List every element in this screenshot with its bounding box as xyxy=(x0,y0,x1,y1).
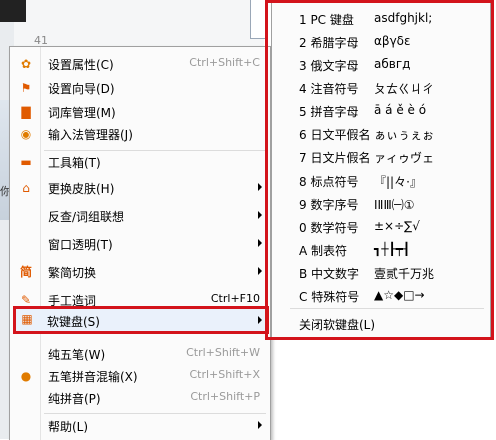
menu-item-toolbox[interactable]: ▬ 工具箱(T) xyxy=(10,151,270,173)
menu-item-label: 输入法管理器(J) xyxy=(48,128,133,142)
submenu-arrow-icon xyxy=(258,421,262,429)
menu-item-label: 设置向导(D) xyxy=(48,82,115,96)
menu-item-settings[interactable]: ✿ 设置属性(C) Ctrl+Shift+C xyxy=(10,53,270,75)
menu-item-window-transparency[interactable]: 窗口透明(T) xyxy=(10,233,270,255)
flag-icon: ⚑ xyxy=(20,81,32,95)
submenu-arrow-icon xyxy=(258,211,262,219)
menu-item-wubi-pinyin-mixed[interactable]: ● 五笔拼音混输(X) Ctrl+Shift+X xyxy=(10,365,270,387)
menu-item-label: 设置属性(C) xyxy=(48,58,114,72)
radio-dot-icon: ● xyxy=(20,369,32,383)
menu-item-label: 繁简切换 xyxy=(48,266,97,280)
submenu-arrow-icon xyxy=(258,239,262,247)
menu-item-label: 五笔拼音混输(X) xyxy=(48,370,138,384)
menu-item-shortcut: Ctrl+Shift+C xyxy=(189,56,260,69)
fan-jian-icon: 简 xyxy=(19,265,32,279)
book-icon: ▇ xyxy=(21,105,31,119)
menu-item-label: 纯五笔(W) xyxy=(48,348,106,362)
submenu-arrow-icon xyxy=(258,316,262,324)
manager-icon: ◉ xyxy=(20,127,32,141)
submenu-arrow-icon xyxy=(258,267,262,275)
menu-item-reverse-lookup[interactable]: 反查/词组联想 xyxy=(10,205,270,227)
menu-item-label: 纯拼音(P) xyxy=(48,392,101,406)
soft-keyboard-submenu-highlight-frame xyxy=(265,0,494,340)
menu-item-shortcut: Ctrl+F10 xyxy=(210,292,260,305)
menu-item-label: 窗口透明(T) xyxy=(48,238,113,252)
menu-item-label: 工具箱(T) xyxy=(48,156,101,170)
menu-separator xyxy=(44,413,266,414)
keyboard-icon: ▦ xyxy=(21,312,33,326)
menu-item-ime-manager[interactable]: ◉ 输入法管理器(J) xyxy=(10,123,270,145)
input-method-context-menu: ✿ 设置属性(C) Ctrl+Shift+C ⚑ 设置向导(D) ▇ 词库管理(… xyxy=(9,46,271,440)
menu-item-label: 反查/词组联想 xyxy=(48,210,125,224)
selected-menu-item-label[interactable]: 软键盘(S) xyxy=(47,313,100,330)
background-avatar xyxy=(0,0,26,22)
menu-item-label: 词库管理(M) xyxy=(48,106,116,120)
menu-item-shortcut: Ctrl+Shift+W xyxy=(186,346,260,359)
edit-icon: ✎ xyxy=(20,293,32,307)
menu-item-pure-pinyin[interactable]: 纯拼音(P) Ctrl+Shift+P xyxy=(10,387,270,409)
menu-item-label: 帮助(L) xyxy=(48,420,89,434)
menu-item-pure-wubi[interactable]: 纯五笔(W) Ctrl+Shift+W xyxy=(10,343,270,365)
menu-item-lexicon-manager[interactable]: ▇ 词库管理(M) xyxy=(10,101,270,123)
menu-item-help[interactable]: 帮助(L) xyxy=(10,415,270,437)
shirt-icon: ⌂ xyxy=(22,181,30,195)
menu-item-shortcut: Ctrl+Shift+X xyxy=(189,368,260,381)
menu-item-label: 更换皮肤(H) xyxy=(48,182,115,196)
menu-item-shortcut: Ctrl+Shift+P xyxy=(190,390,260,403)
menu-item-traditional-simplified[interactable]: 简 繁简切换 xyxy=(10,261,270,283)
gear-icon: ✿ xyxy=(20,57,32,71)
background-window-top xyxy=(14,0,264,48)
menu-item-change-skin[interactable]: ⌂ 更换皮肤(H) xyxy=(10,177,270,199)
submenu-arrow-icon xyxy=(258,183,262,191)
toolbox-icon: ▬ xyxy=(20,155,32,169)
menu-item-setup-wizard[interactable]: ⚑ 设置向导(D) xyxy=(10,77,270,99)
